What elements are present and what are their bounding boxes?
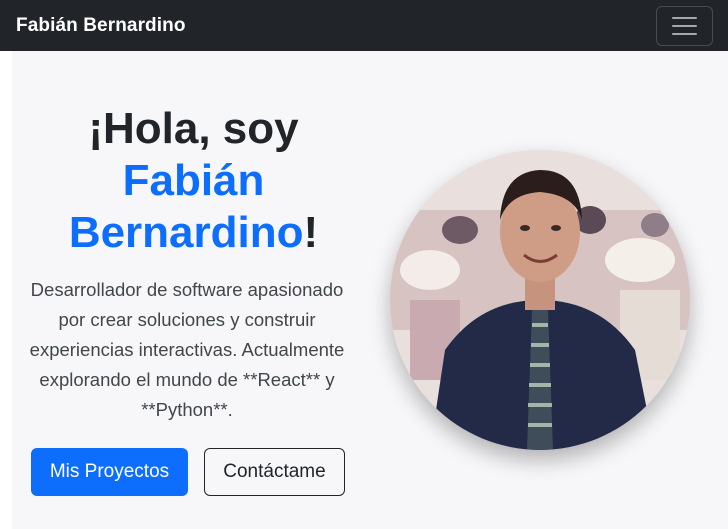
profile-photo — [390, 150, 690, 450]
hero-name-first: Fabián — [122, 156, 265, 205]
hero-description: Desarrollador de software apasionado por… — [29, 279, 345, 420]
hero-exclamation: ! — [303, 208, 319, 257]
hero-name-last: Bernardino — [68, 208, 304, 257]
navbar-toggler-button[interactable] — [656, 5, 713, 46]
projects-button[interactable]: Mis Proyectos — [31, 448, 188, 496]
hero-section: ¡Hola, soy Fabián Bernardino! Desarrolla… — [12, 51, 728, 529]
top-navbar: Fabián Bernardino — [0, 0, 728, 51]
hero-greeting: ¡Hola, soy — [88, 104, 299, 153]
hamburger-menu-icon — [672, 16, 697, 19]
contact-button[interactable]: Contáctame — [204, 448, 345, 496]
profile-photo-illustration — [390, 150, 690, 450]
navbar-brand[interactable]: Fabián Bernardino — [16, 15, 186, 37]
hero-title: ¡Hola, soy Fabián Bernardino! — [42, 103, 345, 259]
